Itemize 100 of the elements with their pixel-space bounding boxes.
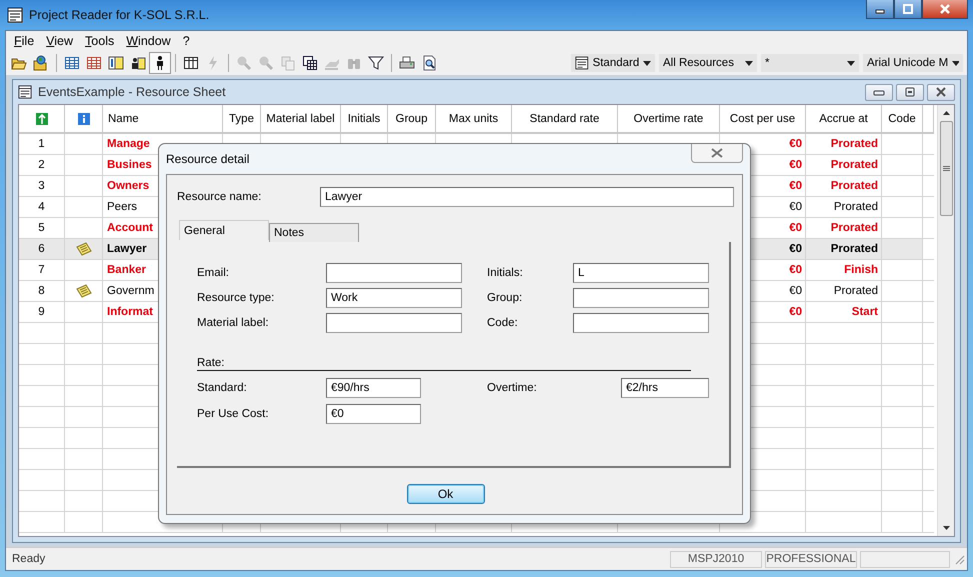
- table-cell: [882, 344, 923, 365]
- row-number: 6: [19, 239, 65, 260]
- table-icon[interactable]: [64, 55, 80, 71]
- status-text: Ready: [11, 552, 46, 567]
- menu-item[interactable]: ?: [178, 34, 198, 48]
- restore-button[interactable]: [896, 84, 924, 100]
- close-button[interactable]: [927, 84, 955, 100]
- scroll-thumb[interactable]: [940, 121, 952, 216]
- column-header[interactable]: Material label: [261, 105, 341, 134]
- input-field[interactable]: €2/hrs: [621, 378, 709, 398]
- table-cell: Prorated: [806, 134, 882, 155]
- grid-icon[interactable]: [183, 55, 199, 71]
- caret-icon: [643, 60, 651, 66]
- tab[interactable]: General: [179, 220, 269, 240]
- person-sheet-icon[interactable]: [130, 55, 146, 71]
- row-number: 8: [19, 281, 65, 302]
- minimize-button[interactable]: [865, 84, 893, 100]
- column-header[interactable]: [19, 105, 65, 134]
- input-field[interactable]: Work: [326, 288, 462, 308]
- table-icon[interactable]: [86, 55, 102, 71]
- column-header[interactable]: Overtime rate: [618, 105, 720, 134]
- ok-button[interactable]: Ok: [406, 484, 484, 504]
- table-cell: [882, 491, 923, 512]
- close-icon: [935, 87, 947, 97]
- row-number: 4: [19, 197, 65, 218]
- menu-item[interactable]: File: [10, 34, 42, 48]
- note-icon: [76, 242, 92, 256]
- table-cell: Prorated: [806, 239, 882, 260]
- column-header[interactable]: Standard rate: [512, 105, 618, 134]
- column-header[interactable]: Max units: [436, 105, 512, 134]
- table-cell: [882, 281, 923, 302]
- note-icon: [76, 284, 92, 298]
- input-field[interactable]: [573, 312, 709, 332]
- row-number: 1: [19, 134, 65, 155]
- field-label: Standard:: [197, 382, 248, 394]
- table-cell: Finish: [806, 260, 882, 281]
- grip-icon: [942, 166, 950, 171]
- dropdown[interactable]: Arial Unicode M: [863, 54, 963, 72]
- input-field[interactable]: [573, 288, 709, 308]
- input-field[interactable]: L: [573, 262, 709, 282]
- scrollbar[interactable]: [937, 105, 954, 536]
- minimize-button[interactable]: [866, 0, 894, 19]
- window-title: Project Reader for K-SOL S.R.L.: [29, 8, 210, 22]
- table-cell: [19, 512, 65, 533]
- input-field[interactable]: €0: [326, 404, 421, 424]
- column-header[interactable]: Name: [103, 105, 223, 134]
- dropdown[interactable]: *: [761, 54, 859, 72]
- column-header[interactable]: Group: [388, 105, 436, 134]
- table-cell: Prorated: [806, 281, 882, 302]
- input-field[interactable]: €90/hrs: [326, 378, 421, 398]
- dropdown[interactable]: All Resources: [659, 54, 757, 72]
- print-preview-icon[interactable]: [421, 55, 437, 71]
- caret-icon: [745, 60, 753, 66]
- close-icon: [939, 4, 951, 14]
- table-cell: [882, 428, 923, 449]
- table-cell: [882, 365, 923, 386]
- column-header[interactable]: Initials: [341, 105, 388, 134]
- document-title: EventsExample - Resource Sheet: [38, 85, 226, 99]
- close-button[interactable]: [922, 0, 968, 19]
- table-cell: [19, 470, 65, 491]
- globe-folder-icon[interactable]: [33, 55, 49, 71]
- filter-icon[interactable]: [368, 55, 384, 71]
- table-cell: [65, 512, 103, 533]
- info-icon: [78, 112, 90, 124]
- tab[interactable]: Notes: [269, 223, 359, 242]
- input-field[interactable]: Lawyer: [320, 187, 734, 207]
- column-header[interactable]: Type: [223, 105, 261, 134]
- maximize-icon: [903, 4, 913, 14]
- column-header[interactable]: Cost per use: [720, 105, 806, 134]
- restore-icon: [904, 87, 916, 97]
- printer-icon[interactable]: [399, 55, 415, 71]
- input-field[interactable]: [326, 262, 462, 282]
- menu-item[interactable]: Window: [122, 34, 179, 48]
- table-cell: [882, 176, 923, 197]
- row-number: 3: [19, 176, 65, 197]
- table-cell: [882, 155, 923, 176]
- table-cell: [882, 239, 923, 260]
- column-header[interactable]: [65, 105, 103, 134]
- input-field[interactable]: [326, 312, 462, 332]
- close-button[interactable]: [691, 144, 743, 163]
- table-cell: [19, 365, 65, 386]
- menu-item[interactable]: Tools: [81, 34, 122, 48]
- table-cell: [19, 407, 65, 428]
- row-number: 2: [19, 155, 65, 176]
- resize-grip-icon: [953, 553, 965, 565]
- maximize-button[interactable]: [894, 0, 922, 19]
- column-header[interactable]: Code: [882, 105, 923, 134]
- section-heading: Rate:: [197, 357, 691, 371]
- table-copy-icon[interactable]: [302, 55, 318, 71]
- table-cell: [882, 449, 923, 470]
- menu-item[interactable]: View: [42, 34, 82, 48]
- table-cell: Start: [806, 302, 882, 323]
- sheet-icon: [18, 85, 32, 99]
- table-cell: [882, 197, 923, 218]
- column-view-icon[interactable]: [108, 55, 124, 71]
- table-cell: [882, 407, 923, 428]
- status-panel: MSPJ2010: [670, 550, 762, 568]
- column-header[interactable]: Accrue at: [806, 105, 882, 134]
- table-cell: [882, 260, 923, 281]
- dropdown[interactable]: Standard: [571, 54, 655, 72]
